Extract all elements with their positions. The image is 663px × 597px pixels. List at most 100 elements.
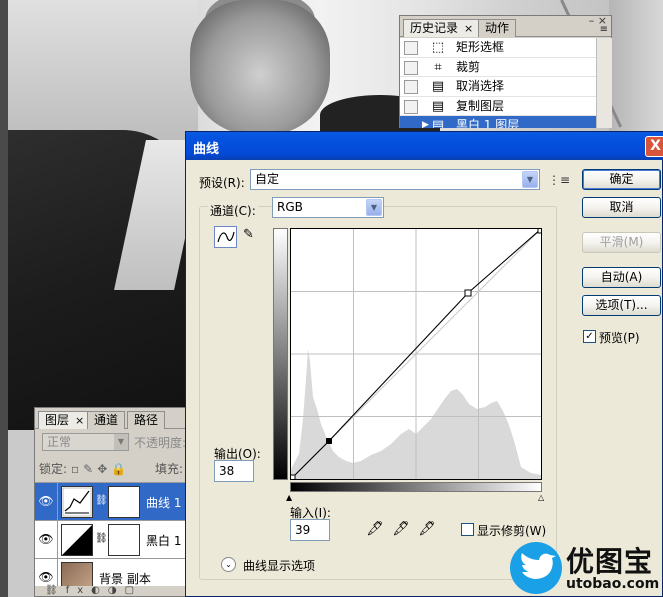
history-snapshot-checkbox[interactable] [404, 60, 418, 75]
auto-button[interactable]: 自动(A) [582, 267, 661, 288]
preview-checkbox[interactable]: ✓ [583, 330, 596, 343]
lock-icons[interactable]: ▫✎✥🔒 [71, 462, 130, 476]
watermark-name: 优图宝 [566, 545, 654, 578]
chevron-down-icon: ▼ [114, 434, 128, 450]
tab-paths-label: 路径 [134, 413, 159, 427]
smooth-button[interactable]: 平滑(M) [582, 232, 661, 253]
chevron-down-icon: ▼ [522, 171, 538, 188]
panel-menu-icon[interactable]: ≡ [600, 24, 608, 35]
link-chain-icon[interactable]: ⛓ [95, 495, 108, 506]
chevron-down-icon: ▼ [366, 199, 382, 216]
tab-paths[interactable]: 路径 [127, 411, 166, 429]
history-state-icon: ▤ [431, 118, 445, 128]
history-scrollbar[interactable] [596, 38, 612, 128]
tab-layers-label: 图层 [45, 413, 70, 427]
tab-close-icon[interactable]: × [464, 22, 473, 35]
layer-name: 曲线 1 [146, 496, 182, 510]
black-eyedropper-icon[interactable]: 🖋 [366, 521, 384, 537]
options-button[interactable]: 选项(T)... [582, 295, 661, 316]
expand-options-icon[interactable]: ⌄ [221, 557, 236, 572]
preset-label: 预设(R): [199, 176, 245, 190]
watermark-url: utobao.com [566, 576, 660, 592]
tab-close-icon[interactable]: × [75, 414, 84, 427]
preset-select[interactable]: 自定 ▼ [250, 169, 540, 190]
black-white-adjustment-thumbnail [61, 524, 93, 556]
history-snapshot-checkbox[interactable] [404, 119, 418, 128]
layer-mask-thumbnail[interactable] [108, 524, 140, 556]
fill-label: 填充: [155, 462, 184, 476]
layers-panel: 图层 × 通道 路径 正常 ▼ 不透明度: 锁定: ▫✎✥🔒 填充: 👁 ⛓ 曲线 … [34, 407, 186, 597]
history-item[interactable]: ▤ 取消选择 [400, 77, 596, 97]
history-current-arrow-icon: ▶ [422, 120, 429, 128]
output-gradient-bar [273, 228, 288, 480]
layer-mask-thumbnail[interactable] [108, 486, 140, 518]
tab-channels-label: 通道 [94, 413, 119, 427]
history-item-label: 复制图层 [456, 98, 505, 113]
history-item[interactable]: ▤ 复制图层 [400, 97, 596, 116]
black-point-slider[interactable]: ▲ [286, 493, 292, 502]
tab-history-label: 历史记录 [410, 21, 459, 35]
history-item[interactable]: ⬚ 矩形选框 [400, 38, 596, 58]
layer-row[interactable]: 👁 ⛓ 黑白 1 [35, 520, 185, 559]
tab-layers[interactable]: 图层 × [38, 411, 92, 429]
output-field[interactable]: 38 [214, 460, 254, 482]
watermark: 优图宝 utobao.com [508, 540, 663, 597]
eye-icon[interactable]: 👁 [38, 570, 54, 586]
history-item[interactable]: ⌗ 裁剪 [400, 58, 596, 77]
curves-graph[interactable] [289, 227, 544, 481]
layer-name: 黑白 1 [146, 534, 182, 548]
white-point-slider[interactable]: △ [538, 493, 544, 502]
eye-icon[interactable]: 👁 [38, 532, 54, 548]
history-list: ⬚ 矩形选框 ⌗ 裁剪 ▤ 取消选择 ▤ 复制图层 ▶ ▤ 黑白 1 图层 [400, 38, 596, 128]
layers-bottom-toolbar[interactable]: ⛓fx◐◑▢ [35, 586, 185, 596]
gray-eyedropper-icon[interactable]: 🖋 [392, 521, 410, 537]
layer-divider [57, 483, 58, 521]
tab-actions[interactable]: 动作 [478, 19, 517, 37]
close-button[interactable]: X [645, 136, 663, 157]
crop-icon: ⌗ [434, 59, 442, 75]
curve-control-point-active[interactable] [326, 438, 332, 444]
link-chain-icon[interactable]: ⛓ [95, 533, 108, 544]
history-panel: 历史记录 × 动作 – × ≡ ⬚ 矩形选框 ⌗ 裁剪 ▤ 取消选择 ▤ 复制图层 [399, 14, 612, 128]
tab-actions-label: 动作 [485, 21, 510, 35]
blend-mode-value: 正常 [47, 435, 72, 449]
lock-label: 锁定: [39, 462, 68, 476]
input-gradient-bar [290, 482, 542, 492]
cancel-button[interactable]: 取消 [582, 197, 661, 218]
curve-endpoint[interactable] [537, 227, 544, 234]
history-item-selected[interactable]: ▶ ▤ 黑白 1 图层 [400, 116, 596, 128]
history-item-label: 矩形选框 [456, 40, 505, 54]
curve-display-options-label[interactable]: 曲线显示选项 [243, 557, 315, 574]
eye-icon[interactable]: 👁 [38, 494, 54, 510]
layer-row[interactable]: 👁 ⛓ 曲线 1 [35, 482, 185, 521]
show-clipping-checkbox[interactable] [461, 523, 474, 536]
history-snapshot-checkbox[interactable] [404, 41, 418, 55]
pencil-icon[interactable]: ✎ [243, 227, 254, 242]
channel-select[interactable]: RGB ▼ [272, 197, 384, 218]
blend-mode-select[interactable]: 正常 ▼ [42, 433, 129, 451]
photo-face [190, 0, 330, 135]
dialog-titlebar[interactable]: 曲线 X [186, 132, 663, 160]
history-snapshot-checkbox[interactable] [404, 80, 418, 94]
history-snapshot-checkbox[interactable] [404, 99, 418, 114]
tab-history[interactable]: 历史记录 × [403, 19, 481, 37]
tab-channels[interactable]: 通道 [87, 411, 126, 429]
preview-label: 预览(P) [599, 331, 640, 345]
ok-button[interactable]: 确定 [582, 169, 661, 190]
watermark-bird-logo [510, 542, 562, 594]
channel-label: 通道(C): [208, 202, 258, 219]
white-eyedropper-icon[interactable]: 🖋 [418, 521, 436, 537]
history-item-label: 黑白 1 图层 [456, 118, 520, 128]
curve-control-point[interactable] [464, 289, 472, 297]
lock-row: 锁定: ▫✎✥🔒 [39, 460, 130, 477]
curve-point-tool-button[interactable] [214, 226, 237, 248]
input-field[interactable]: 39 [290, 519, 330, 541]
canvas-frame-left [0, 0, 8, 597]
curves-graph-svg [289, 227, 544, 481]
history-item-label: 裁剪 [456, 59, 481, 74]
curve-endpoint[interactable] [289, 474, 296, 481]
photo-background-wall [8, 0, 198, 140]
preset-options-icon[interactable]: ⋮≡ [548, 173, 570, 187]
layer-divider [57, 521, 58, 559]
layers-tabbar: 图层 × 通道 路径 [35, 408, 185, 429]
